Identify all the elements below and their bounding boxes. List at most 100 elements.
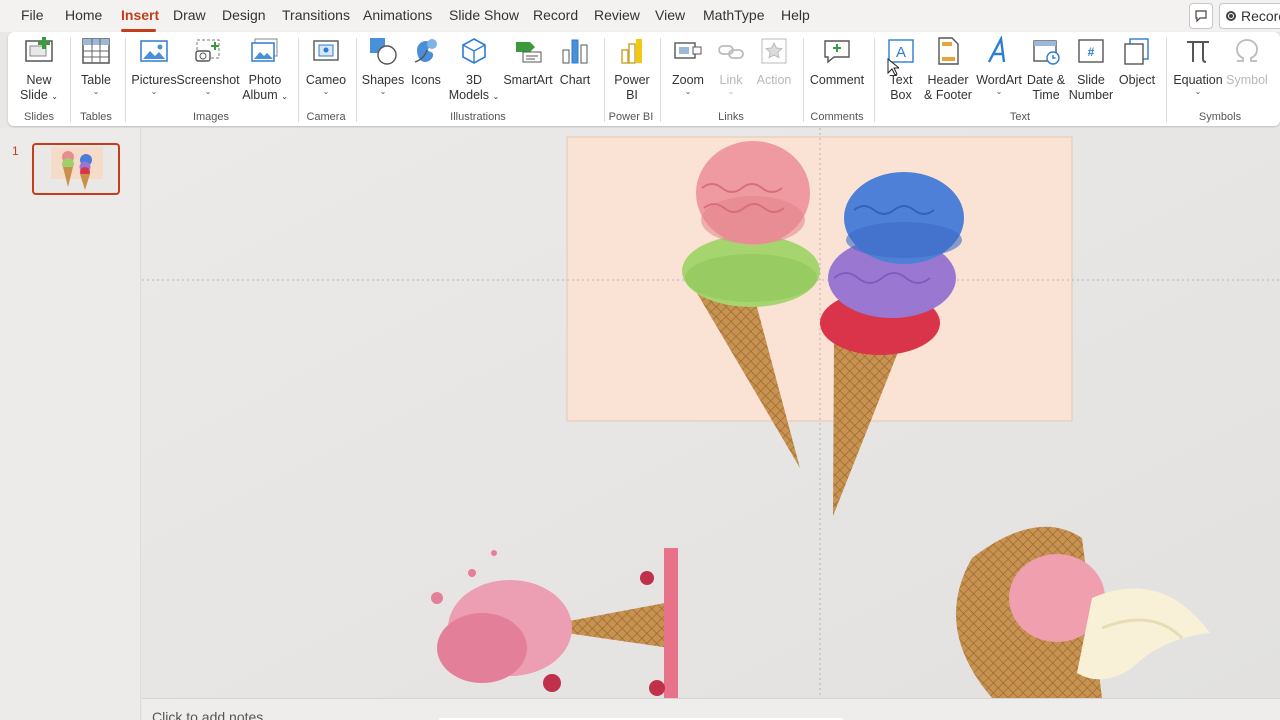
group-label-illustrations: Illustrations (450, 111, 506, 123)
shapes-icon (366, 34, 400, 68)
mouse-cursor-icon (887, 58, 899, 76)
new-slide-button[interactable]: New Slide ⌄ (16, 34, 62, 104)
3d-models-label-2-text: Models (448, 88, 490, 102)
cameo-label: Cameo (305, 73, 347, 87)
smartart-label: SmartArt (503, 73, 553, 87)
tab-animations[interactable]: Animations (363, 7, 432, 23)
slide-number-button[interactable]: # Slide Number (1068, 34, 1114, 103)
record-icon (1226, 11, 1236, 21)
ribbon-divider (356, 38, 357, 122)
photo-album-icon (248, 34, 282, 68)
tab-record[interactable]: Record (533, 7, 578, 23)
tab-file[interactable]: File (21, 7, 44, 23)
slide-thumbnail-image (51, 147, 103, 190)
slide-thumbnail[interactable] (32, 143, 120, 195)
tab-home[interactable]: Home (65, 7, 102, 23)
ribbon-divider (70, 38, 71, 122)
menu-bar: File Home Insert Draw Design Transitions… (0, 0, 1280, 32)
tab-slide-show[interactable]: Slide Show (449, 7, 519, 23)
object-icon (1120, 34, 1154, 68)
wordart-label: WordArt (976, 73, 1022, 87)
table-icon (79, 34, 113, 68)
chart-button[interactable]: Chart (556, 34, 594, 88)
chart-icon (558, 34, 592, 68)
comment-button[interactable]: Comment (808, 34, 866, 88)
screenshot-icon (191, 34, 225, 68)
group-label-camera: Camera (306, 111, 346, 123)
shapes-label: Shapes (361, 73, 405, 87)
header-footer-icon (931, 34, 965, 68)
new-slide-label-2: Slide ⌄ (20, 88, 58, 104)
header-footer-button[interactable]: Header & Footer (922, 34, 974, 103)
chevron-down-icon: ⌄ (379, 87, 387, 96)
pi-icon (1181, 34, 1215, 68)
group-label-links: Links (718, 111, 744, 123)
3d-models-button[interactable]: 3D Models ⌄ (448, 34, 500, 104)
cameo-icon (309, 34, 343, 68)
photo-album-button[interactable]: Photo Album ⌄ (240, 34, 290, 104)
tab-review[interactable]: Review (594, 7, 640, 23)
link-button[interactable]: Link ⌄ (712, 34, 750, 96)
tab-insert[interactable]: Insert (121, 7, 159, 23)
notes-pane[interactable]: Click to add notes (142, 698, 1280, 720)
shapes-button[interactable]: Shapes ⌄ (362, 34, 404, 96)
table-button[interactable]: Table ⌄ (76, 34, 116, 96)
group-label-power-bi: Power BI (608, 111, 654, 123)
chevron-down-icon: ⌄ (150, 87, 158, 96)
chevron-down-icon: ⌄ (727, 87, 735, 96)
slide-canvas[interactable] (142, 128, 1280, 698)
screenshot-button[interactable]: Screenshot ⌄ (176, 34, 240, 96)
cube-icon (457, 34, 491, 68)
pictures-label: Pictures (131, 73, 177, 87)
screenshot-label: Screenshot (176, 73, 240, 87)
chevron-down-icon: ⌄ (684, 87, 692, 96)
record-button[interactable]: Record (1219, 3, 1280, 29)
zoom-label: Zoom (672, 73, 704, 87)
tab-mathtype[interactable]: MathType (703, 7, 764, 23)
icons-button[interactable]: Icons (408, 34, 444, 88)
object-label: Object (1118, 73, 1156, 87)
equation-button[interactable]: Equation ⌄ (1172, 34, 1224, 96)
new-slide-label-2-text: Slide (20, 88, 48, 102)
comments-pane-button[interactable] (1189, 3, 1213, 29)
tab-help[interactable]: Help (781, 7, 810, 23)
slide-number-icon: # (1074, 34, 1108, 68)
icons-label: Icons (411, 73, 441, 87)
zoom-button[interactable]: Zoom ⌄ (668, 34, 708, 96)
photo-album-label-2: Album ⌄ (242, 88, 288, 104)
icons-icon (409, 34, 443, 68)
pictures-icon (137, 34, 171, 68)
tab-transitions[interactable]: Transitions (282, 7, 350, 23)
power-bi-button[interactable]: Power BI (610, 34, 654, 103)
power-bi-label-2: BI (626, 88, 638, 102)
link-label: Link (719, 73, 743, 87)
chevron-down-icon: ⌄ (322, 87, 330, 96)
tab-view[interactable]: View (655, 7, 685, 23)
text-box-label-2: Box (890, 88, 912, 102)
ribbon: New Slide ⌄ Slides Table ⌄ Tables Pictur… (8, 32, 1280, 126)
pictures-button[interactable]: Pictures ⌄ (131, 34, 177, 96)
ribbon-divider (125, 38, 126, 122)
slide-stage (142, 128, 1280, 698)
object-button[interactable]: Object (1116, 34, 1158, 88)
power-bi-label-1: Power (614, 73, 650, 87)
3d-models-label-2: Models ⌄ (449, 88, 499, 104)
table-label: Table (81, 73, 111, 87)
wordart-button[interactable]: WordArt ⌄ (976, 34, 1022, 96)
calendar-icon (1029, 34, 1063, 68)
tab-design[interactable]: Design (222, 7, 266, 23)
wordart-icon (982, 34, 1016, 68)
ribbon-divider (298, 38, 299, 122)
symbol-button[interactable]: Symbol (1226, 34, 1268, 88)
group-label-text: Text (1009, 111, 1031, 123)
tab-draw[interactable]: Draw (173, 7, 206, 23)
date-time-button[interactable]: Date & Time (1024, 34, 1068, 103)
slide-thumbnail-pane (0, 128, 141, 720)
omega-icon (1230, 34, 1264, 68)
smartart-button[interactable]: SmartArt (502, 34, 554, 88)
group-label-symbols: Symbols (1198, 111, 1242, 123)
ribbon-divider (1166, 38, 1167, 122)
cameo-button[interactable]: Cameo ⌄ (304, 34, 348, 96)
action-button[interactable]: Action (754, 34, 794, 88)
ribbon-divider (660, 38, 661, 122)
